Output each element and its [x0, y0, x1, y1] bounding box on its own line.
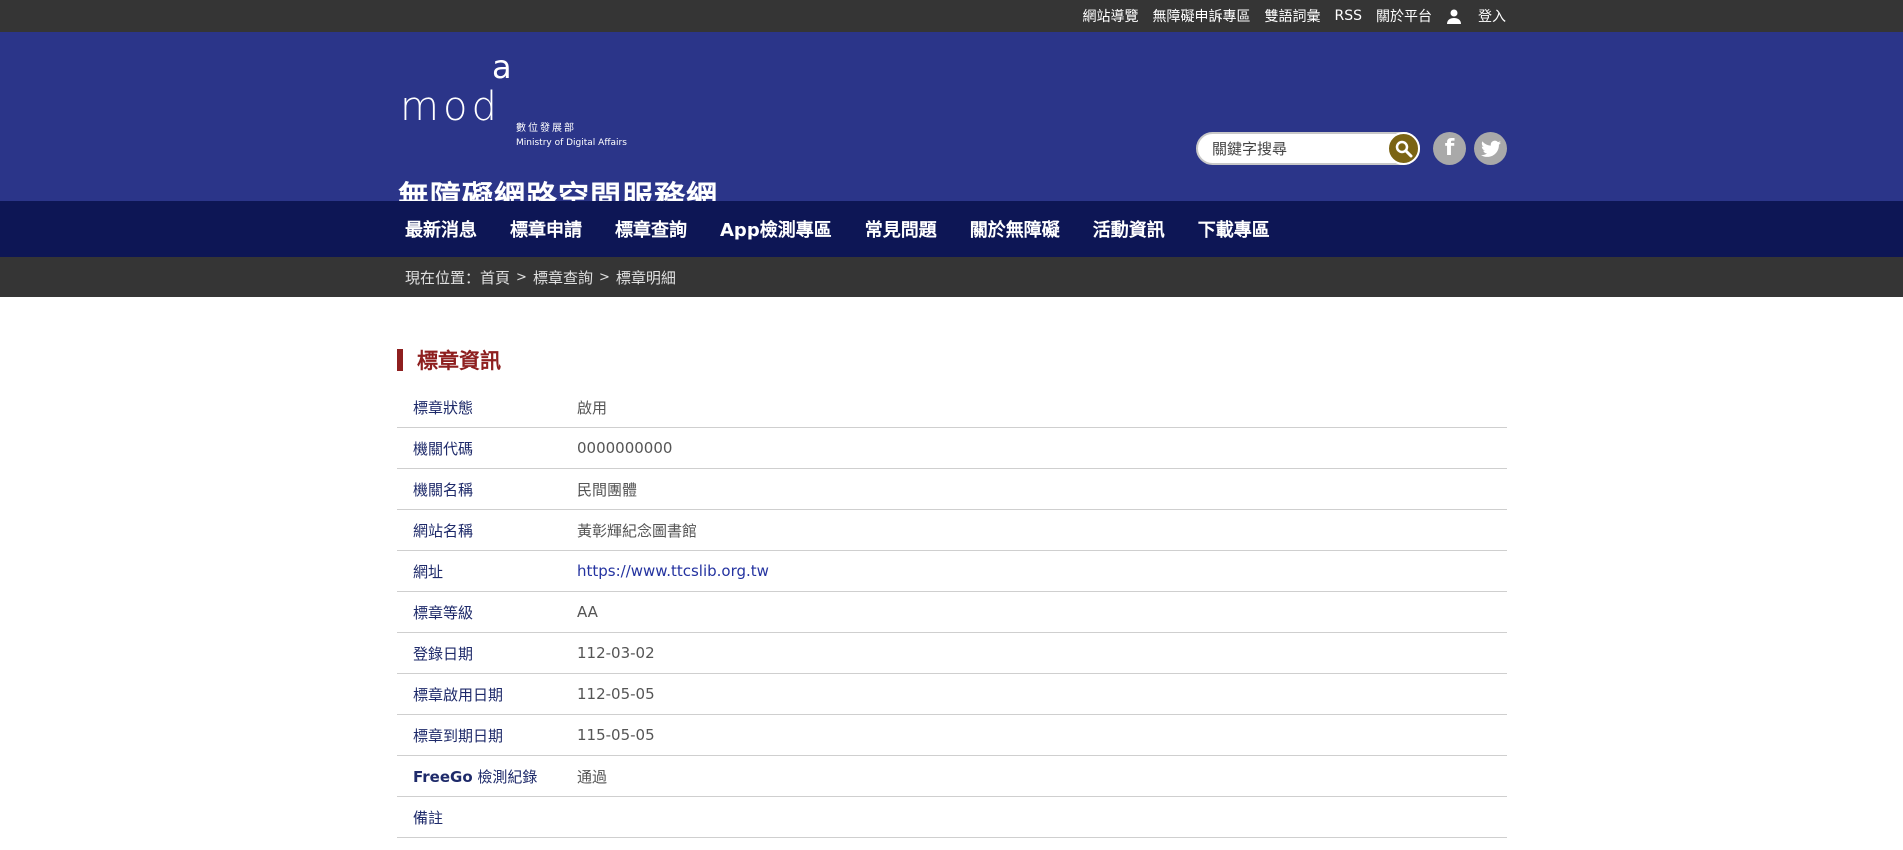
row-value: 啟用 [577, 398, 608, 417]
row-value: 通過 [577, 767, 608, 786]
breadcrumb-current: 標章明細 [615, 268, 676, 287]
table-row: 標章等級 AA [397, 592, 1507, 633]
logo-wordmark-a: a [492, 48, 512, 86]
freego-label: FreeGo [413, 767, 473, 786]
row-label: 標章狀態 [413, 398, 474, 417]
nav-faq[interactable]: 常見問題 [865, 216, 937, 242]
nav-events[interactable]: 活動資訊 [1093, 216, 1165, 242]
facebook-icon: f [1444, 136, 1455, 161]
badge-info-table: 標章狀態 啟用 機關代碼 0000000000 機關名稱 民間團體 網站名稱 黃… [397, 387, 1507, 838]
table-row: 登錄日期 112-03-02 [397, 633, 1507, 674]
utility-links: 網站導覽 無障礙申訴專區 雙語詞彙 RSS 關於平台 登入 [1068, 0, 1506, 32]
row-value: 112-05-05 [577, 685, 655, 703]
table-row: 備註 [397, 797, 1507, 838]
row-value: AA [577, 603, 598, 621]
nav-about-accessibility[interactable]: 關於無障礙 [970, 216, 1060, 242]
badge-info-section: 標章資訊 標章狀態 啟用 機關代碼 0000000000 機關名稱 民間團體 網… [397, 345, 1507, 838]
user-icon [1447, 9, 1461, 24]
row-value: 112-03-02 [577, 644, 655, 662]
table-row: 機關名稱 民間團體 [397, 469, 1507, 510]
breadcrumb: 現在位置： 首頁 > 標章查詢 > 標章明細 [0, 257, 1903, 297]
search-icon [1395, 140, 1412, 157]
top-utility-bar: 網站導覽 無障礙申訴專區 雙語詞彙 RSS 關於平台 登入 [0, 0, 1903, 32]
table-row: 網址 https://www.ttcslib.org.tw [397, 551, 1507, 592]
row-label: 備註 [413, 808, 444, 827]
row-label-suffix: 檢測紀錄 [472, 767, 538, 786]
table-row: 標章到期日期 115-05-05 [397, 715, 1507, 756]
nav-badge-search[interactable]: 標章查詢 [615, 216, 687, 242]
row-label: FreeGo 檢測紀錄 [397, 766, 577, 787]
search-button[interactable] [1387, 132, 1420, 165]
search-input[interactable] [1212, 139, 1382, 159]
site-header: mod a 數位發展部 Ministry of Digital Affairs … [0, 32, 1903, 216]
link-complaint[interactable]: 無障礙申訴專區 [1152, 6, 1250, 26]
row-label: 登錄日期 [413, 644, 474, 663]
nav-downloads[interactable]: 下載專區 [1198, 216, 1270, 242]
nav-latest-news[interactable]: 最新消息 [405, 216, 477, 242]
website-url-link[interactable]: https://www.ttcslib.org.tw [577, 562, 769, 580]
main-nav: 最新消息 標章申請 標章查詢 App檢測專區 常見問題 關於無障礙 活動資訊 下… [0, 201, 1903, 257]
section-heading: 標章資訊 [397, 345, 1507, 375]
link-about-platform[interactable]: 關於平台 [1376, 6, 1432, 26]
breadcrumb-home[interactable]: 首頁 [480, 267, 510, 288]
table-row: 標章啟用日期 112-05-05 [397, 674, 1507, 715]
login-label: 登入 [1478, 9, 1506, 25]
link-sitemap[interactable]: 網站導覽 [1082, 6, 1138, 26]
section-title: 標章資訊 [417, 349, 501, 373]
row-label: 網站名稱 [413, 521, 474, 540]
row-label: 標章啟用日期 [413, 685, 504, 704]
link-glossary[interactable]: 雙語詞彙 [1264, 6, 1320, 26]
row-value: https://www.ttcslib.org.tw [577, 562, 769, 580]
row-label: 網址 [413, 562, 444, 581]
breadcrumb-separator: > [516, 269, 527, 285]
table-row: FreeGo 檢測紀錄 通過 [397, 756, 1507, 797]
row-label: 機關名稱 [413, 480, 474, 499]
facebook-button[interactable]: f [1433, 132, 1466, 165]
row-value: 0000000000 [577, 439, 673, 457]
logo-chinese: 數位發展部 [516, 123, 576, 134]
nav-app-testing[interactable]: App檢測專區 [720, 216, 832, 242]
breadcrumb-prefix: 現在位置： [405, 268, 481, 287]
search-box [1196, 132, 1420, 165]
heading-accent-bar [397, 349, 403, 371]
twitter-button[interactable] [1474, 132, 1507, 165]
twitter-icon [1480, 140, 1501, 157]
logo-wordmark: mod [400, 84, 501, 130]
row-value: 黃彰輝紀念圖書館 [577, 521, 698, 540]
breadcrumb-badge-search[interactable]: 標章查詢 [533, 267, 593, 288]
nav-badge-apply[interactable]: 標章申請 [510, 216, 582, 242]
table-row: 機關代碼 0000000000 [397, 428, 1507, 469]
login-link[interactable]: 登入 [1446, 6, 1506, 26]
link-rss[interactable]: RSS [1334, 8, 1362, 24]
logo-english: Ministry of Digital Affairs [516, 138, 627, 148]
row-value: 115-05-05 [577, 726, 655, 744]
row-label: 標章到期日期 [413, 726, 504, 745]
table-row: 標章狀態 啟用 [397, 387, 1507, 428]
row-label: 機關代碼 [413, 439, 474, 458]
row-value: 民間團體 [577, 480, 638, 499]
breadcrumb-separator: > [598, 269, 610, 285]
table-row: 網站名稱 黃彰輝紀念圖書館 [397, 510, 1507, 551]
row-label: 標章等級 [413, 603, 474, 622]
